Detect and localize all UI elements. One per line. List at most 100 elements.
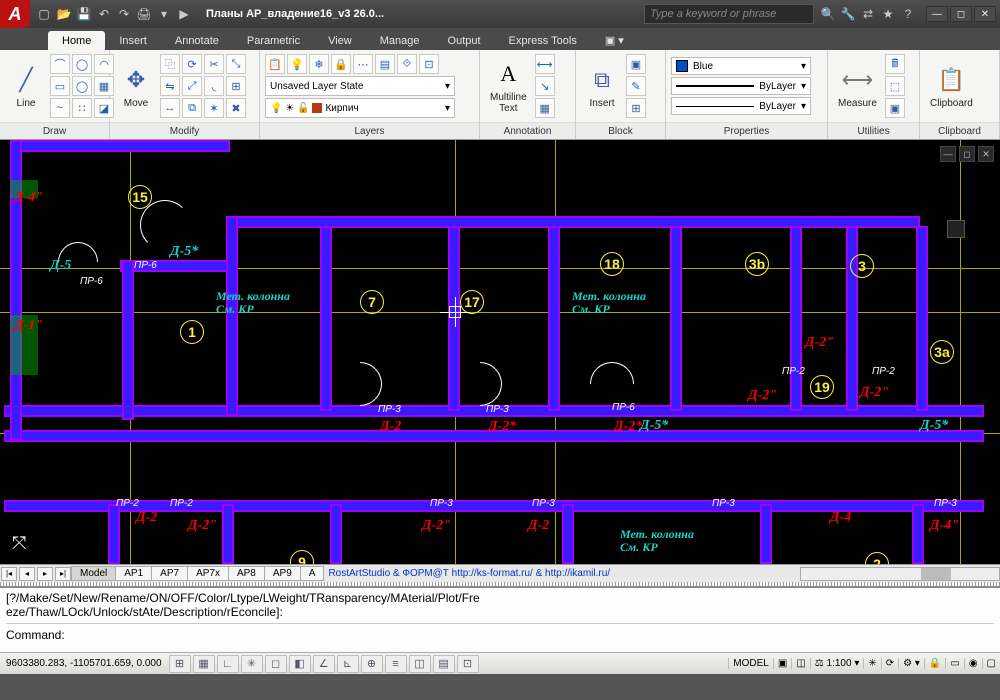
exchange-icon[interactable]: ⇄ — [860, 6, 876, 22]
hardware-accel-icon[interactable]: ▭ — [945, 658, 963, 669]
panel-modify[interactable]: Modify — [110, 122, 259, 139]
annoauto-icon[interactable]: ⟳ — [881, 658, 898, 669]
snap-toggle[interactable]: ⊞ — [169, 655, 191, 673]
key-icon[interactable]: 🔧 — [840, 6, 856, 22]
isolate-icon[interactable]: ◉ — [964, 658, 982, 669]
maximize-button[interactable]: ◻ — [950, 6, 972, 22]
mirror-icon[interactable]: ⇋ — [160, 76, 180, 96]
annoviz-icon[interactable]: ✳ — [863, 658, 880, 669]
table-icon[interactable]: ▦ — [535, 98, 555, 118]
erase-icon[interactable]: ✖ — [226, 98, 246, 118]
leader-icon[interactable]: ↘ — [535, 76, 555, 96]
tab-insert[interactable]: Insert — [105, 31, 161, 50]
layermore-icon[interactable]: ⋯ — [353, 54, 373, 74]
layout-tab-ar7[interactable]: АР7 — [151, 566, 188, 581]
mtext-button[interactable]: AMultiline Text — [485, 56, 532, 116]
layout-tab-a[interactable]: A — [300, 566, 325, 581]
annotation-scale[interactable]: ⚖ 1:100 ▾ — [810, 658, 864, 669]
qp-toggle[interactable]: ▤ — [433, 655, 455, 673]
redo-icon[interactable]: ↷ — [116, 6, 132, 22]
scale-icon[interactable]: ⤢ — [182, 76, 202, 96]
sc-toggle[interactable]: ⊡ — [457, 655, 479, 673]
vp-close-icon[interactable]: ✕ — [978, 146, 994, 162]
model-space-toggle[interactable]: MODEL — [728, 658, 773, 669]
select-icon[interactable]: ⬚ — [885, 76, 905, 96]
tab-home[interactable]: Home — [48, 31, 105, 50]
layout-tab-model[interactable]: Model — [71, 566, 116, 581]
lwt-toggle[interactable]: ≡ — [385, 655, 407, 673]
selectall-icon[interactable]: ▣ — [885, 98, 905, 118]
line-button[interactable]: ╱Line — [5, 62, 47, 111]
hscrollbar-thumb[interactable] — [921, 568, 951, 580]
color-combo[interactable]: Blue▾ — [671, 57, 811, 75]
tab-express[interactable]: Express Tools — [495, 31, 591, 50]
move-button[interactable]: ✥Move — [115, 62, 157, 111]
layer-combo[interactable]: 💡 ☀ 🔓 Кирпич▾ — [265, 98, 455, 118]
tab-annotate[interactable]: Annotate — [161, 31, 233, 50]
open-icon[interactable]: 📂 — [56, 6, 72, 22]
clipboard-button[interactable]: 📋Clipboard — [925, 62, 978, 111]
lineweight-combo[interactable]: ByLayer▾ — [671, 77, 811, 95]
3dosnap-toggle[interactable]: ◧ — [289, 655, 311, 673]
panel-block[interactable]: Block — [576, 122, 665, 139]
explode-icon[interactable]: ✶ — [204, 98, 224, 118]
layout-tab-ar8[interactable]: АР8 — [228, 566, 265, 581]
command-window[interactable]: [?/Make/Set/New/Rename/ON/OFF/Color/Ltyp… — [0, 586, 1000, 652]
status-qv-icon[interactable]: ◫ — [791, 658, 809, 669]
layout-next-icon[interactable]: ▸ — [37, 567, 53, 581]
print-icon[interactable]: 🖨 — [136, 6, 152, 22]
insert-button[interactable]: ⧉Insert — [581, 62, 623, 111]
tab-extras[interactable]: ▣ ▾ — [591, 30, 638, 50]
create-block-icon[interactable]: ▣ — [626, 54, 646, 74]
more-icon[interactable]: ▾ — [156, 6, 172, 22]
array-icon[interactable]: ⊞ — [226, 76, 246, 96]
layeron-icon[interactable]: 💡 — [287, 54, 307, 74]
vp-min-icon[interactable]: — — [940, 146, 956, 162]
layout-tab-ar9[interactable]: АР9 — [264, 566, 301, 581]
layout-last-icon[interactable]: ▸| — [55, 567, 71, 581]
panel-clipboard[interactable]: Clipboard — [920, 122, 999, 139]
help-icon[interactable]: ? — [900, 6, 916, 22]
layermatch-icon[interactable]: ⟐ — [397, 54, 417, 74]
osnap-toggle[interactable]: ◻ — [265, 655, 287, 673]
workspace-switch[interactable]: ⚙ ▾ — [898, 658, 924, 669]
panel-layers[interactable]: Layers — [260, 122, 479, 139]
panel-utilities[interactable]: Utilities — [828, 122, 919, 139]
status-layout-icon[interactable]: ▣ — [773, 658, 791, 669]
tab-output[interactable]: Output — [434, 31, 495, 50]
dyn-toggle[interactable]: ⊕ — [361, 655, 383, 673]
panel-draw[interactable]: Draw — [0, 122, 109, 139]
cleanscreen-icon[interactable]: ▢ — [982, 658, 1000, 669]
viewcube[interactable] — [947, 220, 965, 238]
save-icon[interactable]: 💾 — [76, 6, 92, 22]
ducs-toggle[interactable]: ⊾ — [337, 655, 359, 673]
layer-state-combo[interactable]: Unsaved Layer State▾ — [265, 76, 455, 96]
measure-button[interactable]: ⟷Measure — [833, 62, 882, 111]
edit-block-icon[interactable]: ✎ — [626, 76, 646, 96]
circle-icon[interactable]: ◯ — [72, 54, 92, 74]
star-icon[interactable]: ★ — [880, 6, 896, 22]
vp-max-icon[interactable]: ◻ — [959, 146, 975, 162]
tab-view[interactable]: View — [314, 31, 366, 50]
ellipse-icon[interactable]: ◯ — [72, 76, 92, 96]
fillet-icon[interactable]: ◟ — [204, 76, 224, 96]
search-input[interactable]: Type a keyword or phrase — [644, 4, 814, 24]
linetype-combo[interactable]: ByLayer▾ — [671, 97, 811, 115]
ortho-toggle[interactable]: ∟ — [217, 655, 239, 673]
layout-first-icon[interactable]: |◂ — [1, 567, 17, 581]
grid-toggle[interactable]: ▦ — [193, 655, 215, 673]
point-icon[interactable]: ∷ — [72, 98, 92, 118]
copy-icon[interactable]: ⿻ — [160, 54, 180, 74]
layout-tab-ar1[interactable]: АР1 — [115, 566, 152, 581]
calc-icon[interactable]: 🖩 — [885, 54, 905, 74]
trim-icon[interactable]: ✂ — [204, 54, 224, 74]
undo-icon[interactable]: ↶ — [96, 6, 112, 22]
extend-icon[interactable]: ⤡ — [226, 54, 246, 74]
close-button[interactable]: ✕ — [974, 6, 996, 22]
lock-icon[interactable]: 🔒 — [331, 54, 351, 74]
dim-icon[interactable]: ⟷ — [535, 54, 555, 74]
new-icon[interactable]: ▢ — [36, 6, 52, 22]
spline-icon[interactable]: ~ — [50, 98, 70, 118]
layercolor-icon[interactable]: ▤ — [375, 54, 395, 74]
polyline-icon[interactable]: ⌒ — [50, 54, 70, 74]
